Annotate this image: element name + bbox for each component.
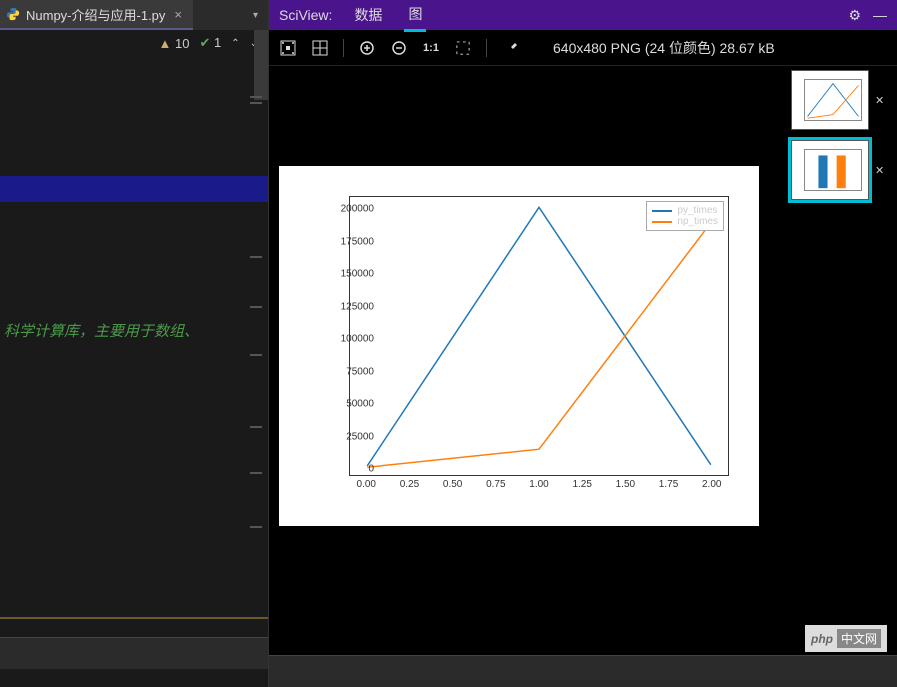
grid-icon[interactable] [311, 39, 329, 57]
code-comment-text: 科学计算库，主要用于数组、 [4, 320, 199, 341]
chart-legend: py_times np_times [646, 201, 724, 231]
y-tick-label: 100000 [324, 334, 374, 345]
check-indicator[interactable]: ✔ 1 [199, 35, 221, 51]
x-tick-label: 1.50 [616, 479, 635, 490]
watermark: php 中文网 [805, 625, 887, 652]
thumbnail-panel: ✕ ✕ [787, 66, 897, 687]
legend-swatch-py [652, 210, 672, 212]
x-tick-label: 1.75 [659, 479, 678, 490]
zoom-in-icon[interactable] [358, 39, 376, 57]
legend-label-py: py_times [677, 205, 717, 216]
color-picker-icon[interactable] [501, 39, 519, 57]
fullscreen-icon[interactable] [454, 39, 472, 57]
y-tick-label: 200000 [324, 204, 374, 215]
plot-area [349, 196, 729, 476]
tab-dropdown-icon[interactable]: ▾ [243, 10, 268, 21]
chart-canvas: py_times np_times 0 25000 50000 75000 100000… [279, 166, 759, 526]
editor-tab[interactable]: Numpy-介绍与应用-1.py × [0, 0, 193, 30]
fit-screen-icon[interactable] [279, 39, 297, 57]
editor-bottom-bar [0, 637, 268, 669]
tab-plot[interactable]: 图 [404, 0, 426, 32]
y-tick-label: 125000 [324, 301, 374, 312]
legend-label-np: np_times [677, 216, 718, 227]
check-icon: ✔ [199, 35, 210, 50]
editor-tab-bar: Numpy-介绍与应用-1.py × ▾ [0, 0, 268, 30]
x-tick-label: 0.00 [357, 479, 376, 490]
y-tick-label: 150000 [324, 269, 374, 280]
warning-icon: ▲ [158, 36, 171, 51]
thumbnail-2[interactable] [791, 140, 869, 200]
tab-filename: Numpy-介绍与应用-1.py [26, 5, 165, 24]
python-file-icon [6, 7, 20, 21]
editor-selection-line [0, 176, 268, 202]
minimap-ticks [242, 56, 262, 687]
editor-panel: Numpy-介绍与应用-1.py × ▾ ▲ 10 ✔ 1 ⌃ ⌄ 科学计算库，… [0, 0, 269, 687]
tab-data[interactable]: 数据 [350, 0, 386, 30]
tab-close-icon[interactable]: × [171, 7, 185, 22]
y-tick-label: 175000 [324, 236, 374, 247]
gear-icon[interactable]: ⚙ [848, 7, 861, 24]
image-toolbar: 1:1 640x480 PNG (24 位颜色) 28.67 kB [269, 30, 897, 66]
legend-swatch-np [652, 221, 672, 223]
watermark-cn: 中文网 [837, 629, 881, 648]
y-tick-label: 25000 [324, 431, 374, 442]
zoom-out-icon[interactable] [390, 39, 408, 57]
sciview-bottom-bar [269, 655, 897, 687]
x-tick-label: 2.00 [702, 479, 721, 490]
y-tick-label: 0 [324, 464, 374, 475]
thumbnail-1-close-icon[interactable]: ✕ [875, 94, 884, 107]
x-tick-label: 0.25 [400, 479, 419, 490]
chart-viewer[interactable]: py_times np_times 0 25000 50000 75000 100000… [269, 66, 787, 687]
zoom-11-button[interactable]: 1:1 [422, 39, 440, 57]
x-tick-label: 0.75 [486, 479, 505, 490]
watermark-brand: php [811, 632, 833, 646]
editor-status-bar: ▲ 10 ✔ 1 ⌃ ⌄ [0, 30, 268, 56]
x-tick-label: 1.00 [529, 479, 548, 490]
warning-indicator[interactable]: ▲ 10 [158, 36, 189, 51]
x-tick-label: 1.25 [572, 479, 591, 490]
minimize-icon[interactable]: — [873, 7, 887, 23]
image-info-text: 640x480 PNG (24 位颜色) 28.67 kB [553, 38, 775, 58]
sciview-panel: SciView: 数据 图 ⚙ — 1:1 [269, 0, 897, 687]
thumbnail-2-close-icon[interactable]: ✕ [875, 164, 884, 177]
y-tick-label: 75000 [324, 366, 374, 377]
editor-body[interactable]: 科学计算库，主要用于数组、 [0, 56, 268, 687]
sciview-header: SciView: 数据 图 ⚙ — [269, 0, 897, 30]
editor-highlight-line [0, 617, 268, 619]
status-chevron-icon[interactable]: ⌃ [231, 38, 239, 49]
x-tick-label: 0.50 [443, 479, 462, 490]
sciview-title: SciView: [279, 7, 332, 23]
y-tick-label: 50000 [324, 399, 374, 410]
thumbnail-1[interactable] [791, 70, 869, 130]
